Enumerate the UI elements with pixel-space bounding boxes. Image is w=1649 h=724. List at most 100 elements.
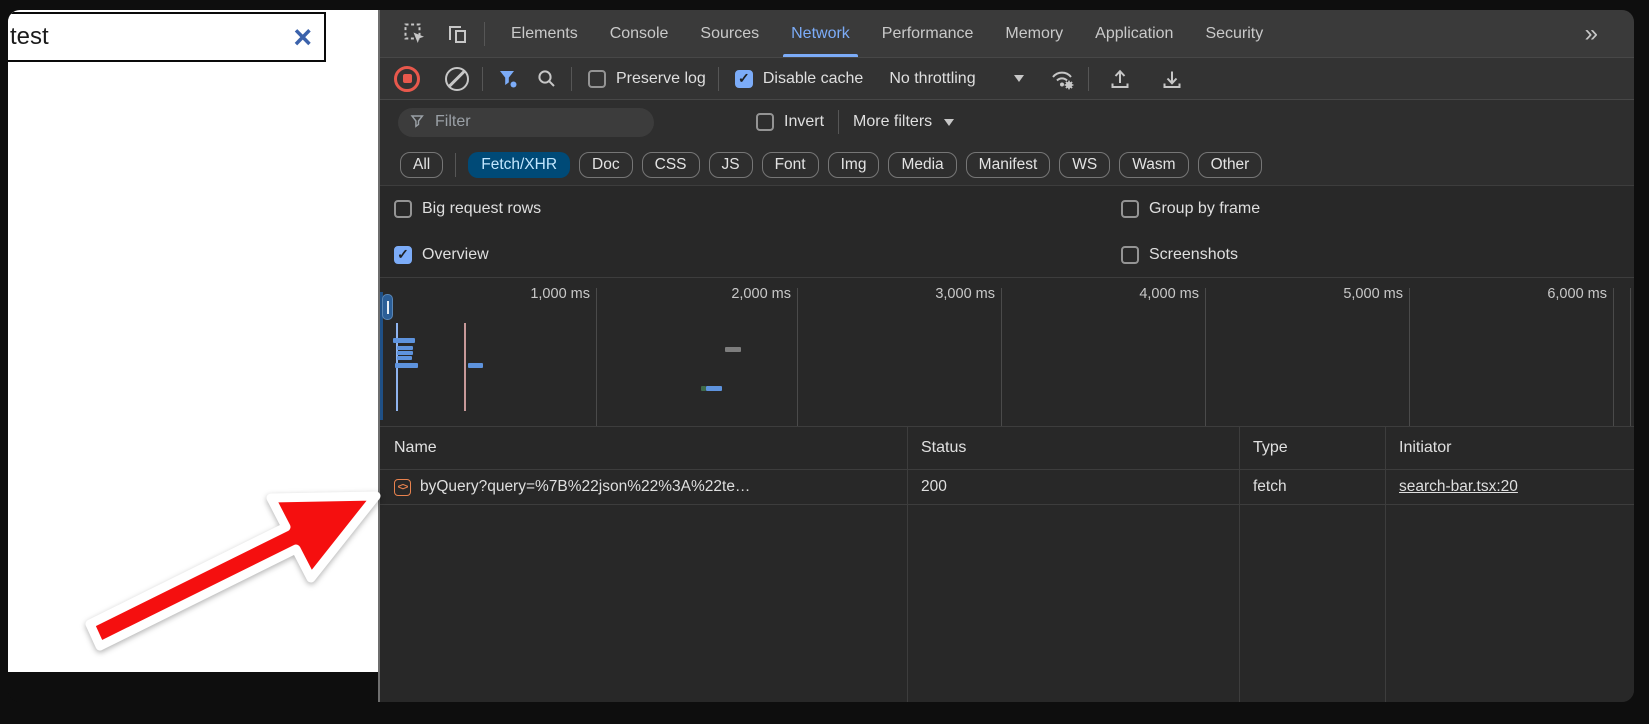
tab-network[interactable]: Network [775,10,866,57]
invert-label: Invert [784,113,824,131]
more-filters-label: More filters [853,113,932,131]
request-name[interactable]: byQuery?query=%7B%22json%22%3A%22te… [420,478,750,496]
column-header-type[interactable]: Type [1239,439,1385,457]
device-toolbar-icon[interactable] [444,21,470,47]
screenshots-toggle[interactable]: ✓ Screenshots [1121,246,1238,264]
timeline-tick-label: 4,000 ms [1039,286,1199,302]
tab-elements[interactable]: Elements [495,10,594,57]
column-header-status[interactable]: Status [907,439,1239,457]
chip-css[interactable]: CSS [642,152,700,178]
timeline-gridline [1205,288,1206,426]
disable-cache-checkbox[interactable]: ✓ [735,70,753,88]
big-request-rows-label: Big request rows [422,200,541,218]
preserve-log-checkbox[interactable]: ✓ [588,70,606,88]
network-overview-timeline[interactable]: 1,000 ms2,000 ms3,000 ms4,000 ms5,000 ms… [380,277,1634,427]
screenshots-checkbox[interactable]: ✓ [1121,246,1139,264]
request-initiator-link[interactable]: search-bar.tsx:20 [1399,478,1518,495]
chip-manifest[interactable]: Manifest [966,152,1051,178]
column-divider[interactable] [907,427,908,702]
tab-security[interactable]: Security [1189,10,1279,57]
tab-application[interactable]: Application [1079,10,1189,57]
more-tabs-icon[interactable]: » [1585,20,1596,48]
chip-other[interactable]: Other [1198,152,1263,178]
group-by-frame-toggle[interactable]: ✓ Group by frame [1121,200,1260,218]
chip-font[interactable]: Font [762,152,819,178]
table-header-row: Name Status Type Initiator [380,427,1634,470]
column-header-initiator[interactable]: Initiator [1385,439,1634,457]
clear-search-icon[interactable]: × [293,21,324,53]
preserve-log-label: Preserve log [616,70,706,88]
fetch-request-icon: <> [394,479,411,496]
big-request-rows-toggle[interactable]: ✓ Big request rows [388,200,1121,218]
overview-checkbox[interactable]: ✓ [394,246,412,264]
chip-separator [455,153,456,177]
chip-fetchxhr[interactable]: Fetch/XHR [468,152,570,178]
filter-placeholder: Filter [435,113,471,131]
request-type-chips: All Fetch/XHR Doc CSS JS Font Img Media Manifest… [380,144,1634,186]
export-har-icon[interactable] [1159,66,1185,92]
overview-request-bar [393,338,415,343]
clear-network-log-button[interactable] [444,66,470,92]
request-type: fetch [1239,478,1385,496]
preserve-log-toggle[interactable]: ✓ Preserve log [588,70,706,88]
chevron-down-icon [944,119,954,126]
overview-label: Overview [422,246,489,264]
network-toolbar: ✓ Preserve log ✓ Disable cache No thrott… [380,58,1634,100]
devtools-panel: ElementsConsoleSourcesNetworkPerformance… [378,10,1634,702]
disable-cache-toggle[interactable]: ✓ Disable cache [735,70,864,88]
options-row-1: ✓ Big request rows ✓ Group by frame [380,186,1634,232]
chip-doc[interactable]: Doc [579,152,633,178]
chevron-down-icon [1014,75,1024,82]
timeline-gridline [1613,288,1614,426]
import-har-icon[interactable] [1107,66,1133,92]
devtools-tabbar: ElementsConsoleSourcesNetworkPerformance… [380,10,1634,58]
invert-checkbox[interactable]: ✓ [756,113,774,131]
search-input-value[interactable]: test [8,23,293,51]
overview-request-bar [397,351,413,355]
overview-request-bar [397,346,413,350]
chip-all[interactable]: All [400,152,443,178]
options-row-2: ✓ Overview ✓ Screenshots [380,232,1634,277]
filter-toggle-icon[interactable] [495,66,521,92]
timeline-tick-label: 3,000 ms [835,286,995,302]
requests-table: Name Status Type Initiator <> byQuery?qu… [380,427,1634,702]
overview-request-bar [706,386,722,391]
chip-wasm[interactable]: Wasm [1119,152,1188,178]
request-status: 200 [907,478,1239,496]
group-by-frame-checkbox[interactable]: ✓ [1121,200,1139,218]
overview-drag-handle[interactable] [382,294,393,320]
more-filters-button[interactable]: More filters [853,113,954,131]
disable-cache-label: Disable cache [763,70,864,88]
inspect-element-icon[interactable] [402,21,428,47]
request-row[interactable]: <> byQuery?query=%7B%22json%22%3A%22te… … [380,470,1634,505]
chip-js[interactable]: JS [709,152,753,178]
search-icon[interactable] [533,66,559,92]
tab-performance[interactable]: Performance [866,10,990,57]
filter-row: Filter ✓ Invert More filters [380,100,1634,144]
tab-memory[interactable]: Memory [989,10,1079,57]
filter-funnel-icon [410,114,426,130]
column-divider[interactable] [1239,427,1240,702]
overview-request-bar [468,363,483,368]
big-request-rows-checkbox[interactable]: ✓ [394,200,412,218]
column-header-name[interactable]: Name [380,439,907,457]
tab-sources[interactable]: Sources [684,10,775,57]
network-conditions-icon[interactable] [1050,66,1076,92]
chip-media[interactable]: Media [888,152,956,178]
chip-ws[interactable]: WS [1059,152,1110,178]
search-input[interactable]: test × [8,12,326,62]
invert-toggle[interactable]: ✓ Invert [756,113,824,131]
timeline-gridline [1001,288,1002,426]
throttling-select[interactable]: No throttling [889,70,1023,88]
column-divider[interactable] [1385,427,1386,702]
browser-window: test × ElementsConsoleSourcesNetworkPerf… [8,10,1634,702]
tabbar-separator [484,22,485,46]
overview-request-bar [397,356,412,360]
overview-toggle[interactable]: ✓ Overview [388,246,1121,264]
tab-console[interactable]: Console [594,10,685,57]
page-panel: test × [8,10,378,672]
filter-input[interactable]: Filter [398,108,654,137]
chip-img[interactable]: Img [828,152,880,178]
record-network-log-button[interactable] [394,66,420,92]
timeline-tick-label: 6,000 ms [1447,286,1607,302]
